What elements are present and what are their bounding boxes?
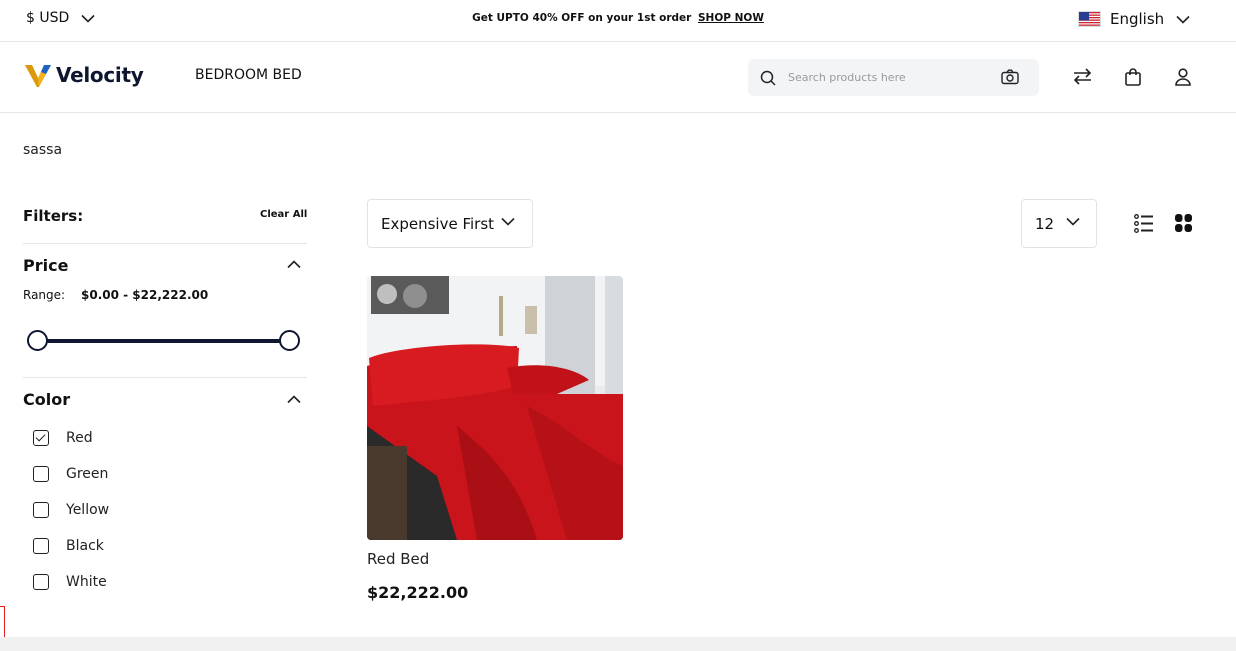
chevron-down-icon bbox=[1176, 15, 1190, 24]
footer-strip bbox=[0, 637, 1236, 651]
color-option-green[interactable]: Green bbox=[33, 466, 108, 482]
logo[interactable]: Velocity bbox=[24, 62, 144, 88]
price-filter-title: Price bbox=[23, 256, 69, 275]
camera-icon[interactable] bbox=[1001, 69, 1019, 85]
price-range-label: Range: bbox=[23, 288, 66, 302]
color-option-yellow[interactable]: Yellow bbox=[33, 502, 109, 518]
divider bbox=[23, 243, 307, 244]
compare-icon[interactable] bbox=[1073, 68, 1092, 85]
us-flag-icon bbox=[1078, 11, 1101, 27]
product-price: $22,222.00 bbox=[367, 583, 469, 602]
site-header: Velocity BEDROOM BED bbox=[0, 42, 1236, 113]
search-term-heading: sassa bbox=[23, 142, 63, 158]
search-icon[interactable] bbox=[760, 70, 776, 86]
red-bed-photo bbox=[367, 276, 623, 540]
color-option-label: Red bbox=[66, 430, 93, 446]
user-account-icon[interactable] bbox=[1175, 68, 1191, 86]
language-selector[interactable]: English bbox=[1078, 10, 1190, 28]
color-option-label: Green bbox=[66, 466, 109, 482]
page-limit-value: 12 bbox=[1035, 214, 1055, 233]
price-slider-track[interactable] bbox=[38, 339, 290, 343]
color-option-label: Black bbox=[66, 538, 104, 554]
color-checkbox[interactable] bbox=[33, 466, 49, 482]
sort-select[interactable]: Expensive First bbox=[367, 199, 533, 248]
velocity-logo-icon bbox=[25, 65, 51, 87]
color-option-white[interactable]: White bbox=[33, 574, 107, 590]
filters-title: Filters: bbox=[23, 207, 84, 225]
search-input[interactable] bbox=[788, 71, 988, 84]
list-view-icon[interactable] bbox=[1134, 214, 1154, 233]
color-option-label: Yellow bbox=[66, 502, 110, 518]
sort-select-value: Expensive First bbox=[381, 214, 495, 233]
color-checkbox[interactable] bbox=[33, 574, 49, 590]
color-option-label: White bbox=[66, 574, 107, 590]
shop-now-link[interactable]: SHOP NOW bbox=[698, 12, 764, 24]
cart-bag-icon[interactable] bbox=[1125, 68, 1141, 86]
logo-text: Velocity bbox=[56, 63, 144, 87]
edge-marker bbox=[0, 606, 5, 637]
price-slider-max-handle[interactable] bbox=[279, 330, 300, 351]
color-checkbox[interactable] bbox=[33, 538, 49, 554]
chevron-down-icon bbox=[1066, 217, 1080, 226]
color-option-black[interactable]: Black bbox=[33, 538, 104, 554]
color-option-red[interactable]: Red bbox=[33, 430, 93, 446]
chevron-up-icon[interactable] bbox=[287, 260, 301, 269]
promo-banner: Get UPTO 40% OFF on your 1st order SHOP … bbox=[0, 12, 1236, 24]
color-checkbox[interactable] bbox=[33, 430, 49, 446]
divider bbox=[23, 377, 307, 378]
color-filter-title: Color bbox=[23, 390, 71, 409]
price-range-value: $0.00 - $22,222.00 bbox=[81, 288, 209, 302]
product-name[interactable]: Red Bed bbox=[367, 550, 429, 568]
product-image[interactable] bbox=[367, 276, 623, 540]
price-slider-min-handle[interactable] bbox=[27, 330, 48, 351]
search-bar bbox=[748, 59, 1039, 96]
clear-all-button[interactable]: Clear All bbox=[260, 209, 307, 220]
chevron-up-icon[interactable] bbox=[287, 395, 301, 404]
chevron-down-icon bbox=[501, 217, 515, 226]
promo-text: Get UPTO 40% OFF on your 1st order bbox=[472, 12, 692, 24]
color-checkbox[interactable] bbox=[33, 502, 49, 518]
top-bar: $ USD Get UPTO 40% OFF on your 1st order… bbox=[0, 0, 1236, 42]
grid-view-icon[interactable] bbox=[1175, 214, 1192, 232]
page-limit-select[interactable]: 12 bbox=[1021, 199, 1097, 248]
language-label: English bbox=[1110, 10, 1165, 28]
nav-item-bedroom-bed[interactable]: BEDROOM BED bbox=[195, 67, 302, 83]
